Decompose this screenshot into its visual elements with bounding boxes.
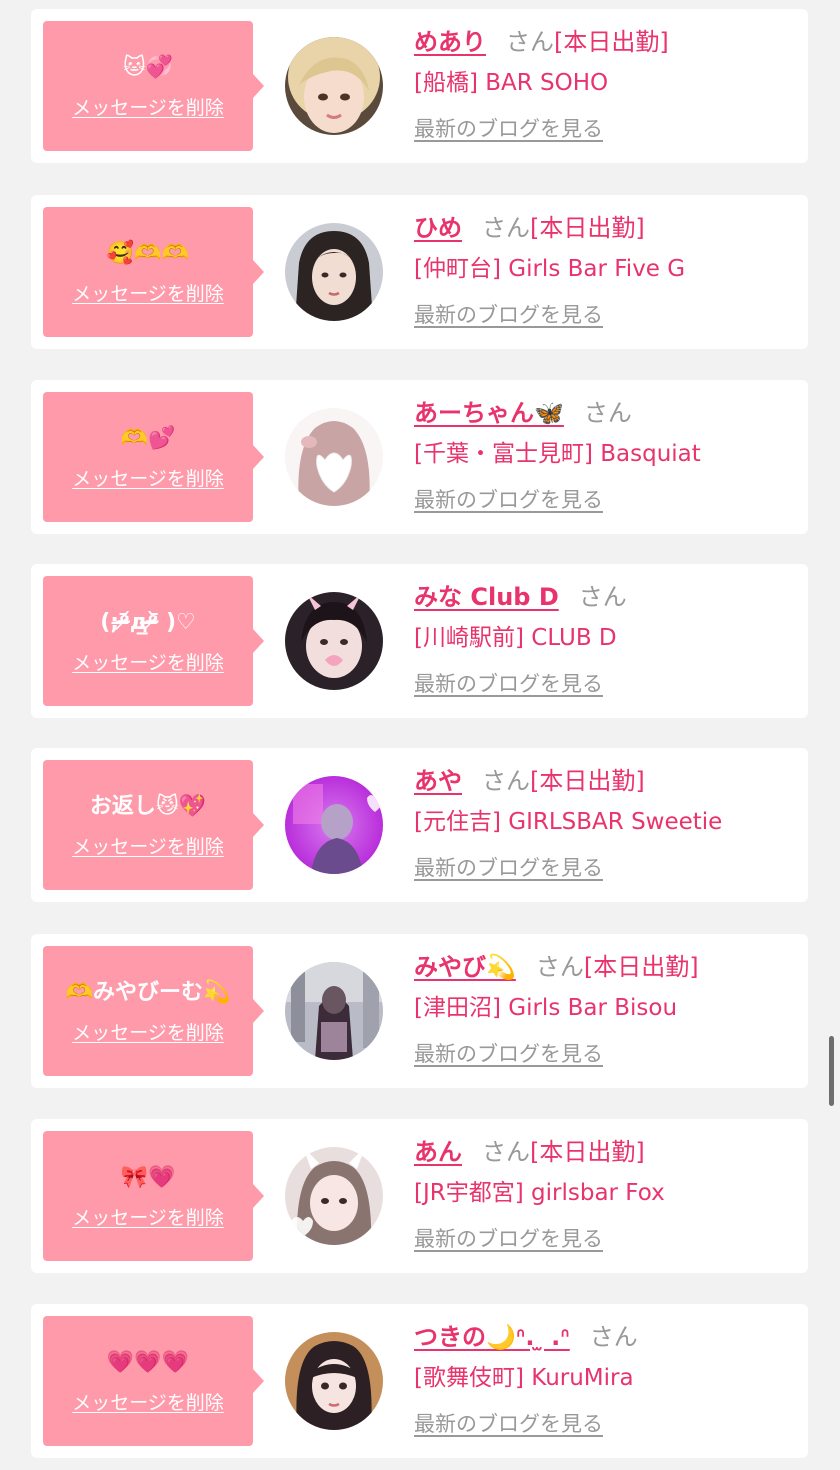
- delete-message-link[interactable]: メッセージを削除: [72, 464, 224, 491]
- message-card: (;ᵒ̴̶̷᷄д̲ᵒ̴̶̷᷅ )♡ メッセージを削除 みな Club D さん […: [31, 564, 808, 718]
- cast-info: めあり さん[本日出勤] [船橋] BAR SOHO 最新のブログを見る: [414, 23, 800, 143]
- delete-message-link[interactable]: メッセージを削除: [72, 93, 224, 120]
- message-bubble: お返し😼💖 メッセージを削除: [43, 760, 264, 890]
- cast-info: みな Club D さん [川崎駅前] CLUB D 最新のブログを見る: [414, 578, 800, 698]
- cast-name-link[interactable]: めあり: [414, 28, 486, 56]
- message-text: 🥰🫶🫶: [106, 240, 190, 266]
- name-line: あーちゃん🦋 さん: [414, 394, 800, 432]
- delete-message-link[interactable]: メッセージを削除: [72, 648, 224, 675]
- avatar[interactable]: [285, 592, 383, 690]
- latest-blog-link[interactable]: 最新のブログを見る: [414, 668, 603, 698]
- cast-name-link[interactable]: あん: [414, 1138, 462, 1166]
- avatar[interactable]: [285, 408, 383, 506]
- scrollbar[interactable]: [829, 1036, 834, 1106]
- name-line: ひめ さん[本日出勤]: [414, 209, 800, 247]
- cast-name-link[interactable]: つきの🌙ᐢ. ̫ .ᐢ: [414, 1323, 570, 1351]
- message-bubble: 💗💗💗 メッセージを削除: [43, 1316, 264, 1446]
- san-label: さん: [482, 1138, 530, 1166]
- attendance-status: [本日出勤]: [530, 214, 645, 242]
- avatar[interactable]: [285, 962, 383, 1060]
- message-card: 💗💗💗 メッセージを削除 つきの🌙ᐢ. ̫ .ᐢ さん [歌舞伎町] KuruMi…: [31, 1304, 808, 1458]
- cast-name-link[interactable]: みな Club D: [414, 583, 559, 611]
- store-name: [川崎駅前] CLUB D: [414, 625, 617, 651]
- san-label: さん: [583, 399, 632, 427]
- message-card: 🐱💞 メッセージを削除 めあり さん[本日出勤] [船橋] BAR SOHO 最新…: [31, 9, 808, 163]
- delete-message-link[interactable]: メッセージを削除: [72, 832, 224, 859]
- cast-name-link[interactable]: あーちゃん🦋: [414, 399, 564, 427]
- name-line: めあり さん[本日出勤]: [414, 23, 800, 61]
- delete-message-link[interactable]: メッセージを削除: [72, 1388, 224, 1415]
- message-text: 🎀💗: [120, 1164, 176, 1190]
- name-line: みな Club D さん: [414, 578, 800, 616]
- message-list: 🐱💞 メッセージを削除 めあり さん[本日出勤] [船橋] BAR SOHO 最新…: [0, 0, 840, 1470]
- san-label: さん: [482, 214, 530, 242]
- message-bubble: 🐱💞 メッセージを削除: [43, 21, 264, 151]
- san-label: さん: [578, 583, 627, 611]
- avatar[interactable]: [285, 37, 383, 135]
- attendance-status: [本日出勤]: [530, 1138, 645, 1166]
- store-name: [JR宇都宮] girlsbar Fox: [414, 1180, 665, 1206]
- message-bubble: 🎀💗 メッセージを削除: [43, 1131, 264, 1261]
- message-bubble: (;ᵒ̴̶̷᷄д̲ᵒ̴̶̷᷅ )♡ メッセージを削除: [43, 576, 264, 706]
- message-card: お返し😼💖 メッセージを削除 あや さん[本日出勤] [元住吉] GIRLSBA…: [31, 748, 808, 902]
- message-card: 🎀💗 メッセージを削除 あん さん[本日出勤] [JR宇都宮] girlsbar …: [31, 1119, 808, 1273]
- latest-blog-link[interactable]: 最新のブログを見る: [414, 484, 603, 514]
- name-line: みやび💫 さん[本日出勤]: [414, 948, 800, 986]
- san-label: さん: [506, 28, 554, 56]
- cast-info: あーちゃん🦋 さん [千葉・富士見町] Basquiat 最新のブログを見る: [414, 394, 800, 514]
- latest-blog-link[interactable]: 最新のブログを見る: [414, 1408, 603, 1438]
- cast-info: あや さん[本日出勤] [元住吉] GIRLSBAR Sweetie 最新のブログ…: [414, 762, 800, 882]
- message-card: 🫶みやびーむ💫 メッセージを削除 みやび💫 さん[本日出勤] [津田沼] Girl…: [31, 934, 808, 1088]
- latest-blog-link[interactable]: 最新のブログを見る: [414, 1038, 603, 1068]
- delete-message-link[interactable]: メッセージを削除: [72, 1018, 224, 1045]
- message-text: 🫶💕: [120, 425, 176, 451]
- attendance-status: [本日出勤]: [554, 28, 669, 56]
- message-bubble: 🫶みやびーむ💫 メッセージを削除: [43, 946, 264, 1076]
- cast-info: みやび💫 さん[本日出勤] [津田沼] Girls Bar Bisou 最新のブロ…: [414, 948, 800, 1068]
- cast-name-link[interactable]: ひめ: [414, 214, 462, 242]
- delete-message-link[interactable]: メッセージを削除: [72, 279, 224, 306]
- san-label: さん: [482, 767, 530, 795]
- message-card: 🥰🫶🫶 メッセージを削除 ひめ さん[本日出勤] [仲町台] Girls Bar …: [31, 195, 808, 349]
- name-line: あん さん[本日出勤]: [414, 1133, 800, 1171]
- store-name: [歌舞伎町] KuruMira: [414, 1365, 634, 1391]
- store-name: [船橋] BAR SOHO: [414, 70, 609, 96]
- message-text: お返し😼💖: [89, 793, 207, 819]
- message-text: 💗💗💗: [106, 1349, 190, 1375]
- message-text: (;ᵒ̴̶̷᷄д̲ᵒ̴̶̷᷅ )♡: [100, 609, 196, 635]
- cast-name-link[interactable]: あや: [414, 767, 462, 795]
- name-line: あや さん[本日出勤]: [414, 762, 800, 800]
- store-name: [仲町台] Girls Bar Five G: [414, 256, 686, 282]
- message-card: 🫶💕 メッセージを削除 あーちゃん🦋 さん [千葉・富士見町] Basquiat …: [31, 380, 808, 534]
- cast-info: ひめ さん[本日出勤] [仲町台] Girls Bar Five G 最新のブログ…: [414, 209, 800, 329]
- latest-blog-link[interactable]: 最新のブログを見る: [414, 852, 603, 882]
- avatar[interactable]: [285, 223, 383, 321]
- attendance-status: [本日出勤]: [530, 767, 645, 795]
- cast-name-link[interactable]: みやび💫: [414, 953, 516, 981]
- name-line: つきの🌙ᐢ. ̫ .ᐢ さん: [414, 1318, 800, 1356]
- san-label: さん: [535, 953, 584, 981]
- avatar[interactable]: [285, 776, 383, 874]
- avatar[interactable]: [285, 1147, 383, 1245]
- latest-blog-link[interactable]: 最新のブログを見る: [414, 1223, 603, 1253]
- cast-info: つきの🌙ᐢ. ̫ .ᐢ さん [歌舞伎町] KuruMira 最新のブログを見る: [414, 1318, 800, 1438]
- attendance-status: [本日出勤]: [583, 953, 699, 981]
- store-name: [津田沼] Girls Bar Bisou: [414, 995, 678, 1021]
- delete-message-link[interactable]: メッセージを削除: [72, 1203, 224, 1230]
- message-bubble: 🥰🫶🫶 メッセージを削除: [43, 207, 264, 337]
- avatar[interactable]: [285, 1332, 383, 1430]
- message-text: 🐱💞: [122, 54, 174, 80]
- cast-info: あん さん[本日出勤] [JR宇都宮] girlsbar Fox 最新のブログを見…: [414, 1133, 800, 1253]
- store-name: [元住吉] GIRLSBAR Sweetie: [414, 809, 723, 835]
- latest-blog-link[interactable]: 最新のブログを見る: [414, 113, 603, 143]
- latest-blog-link[interactable]: 最新のブログを見る: [414, 299, 603, 329]
- message-bubble: 🫶💕 メッセージを削除: [43, 392, 264, 522]
- message-text: 🫶みやびーむ💫: [65, 979, 231, 1005]
- san-label: さん: [589, 1323, 638, 1351]
- store-name: [千葉・富士見町] Basquiat: [414, 441, 701, 467]
